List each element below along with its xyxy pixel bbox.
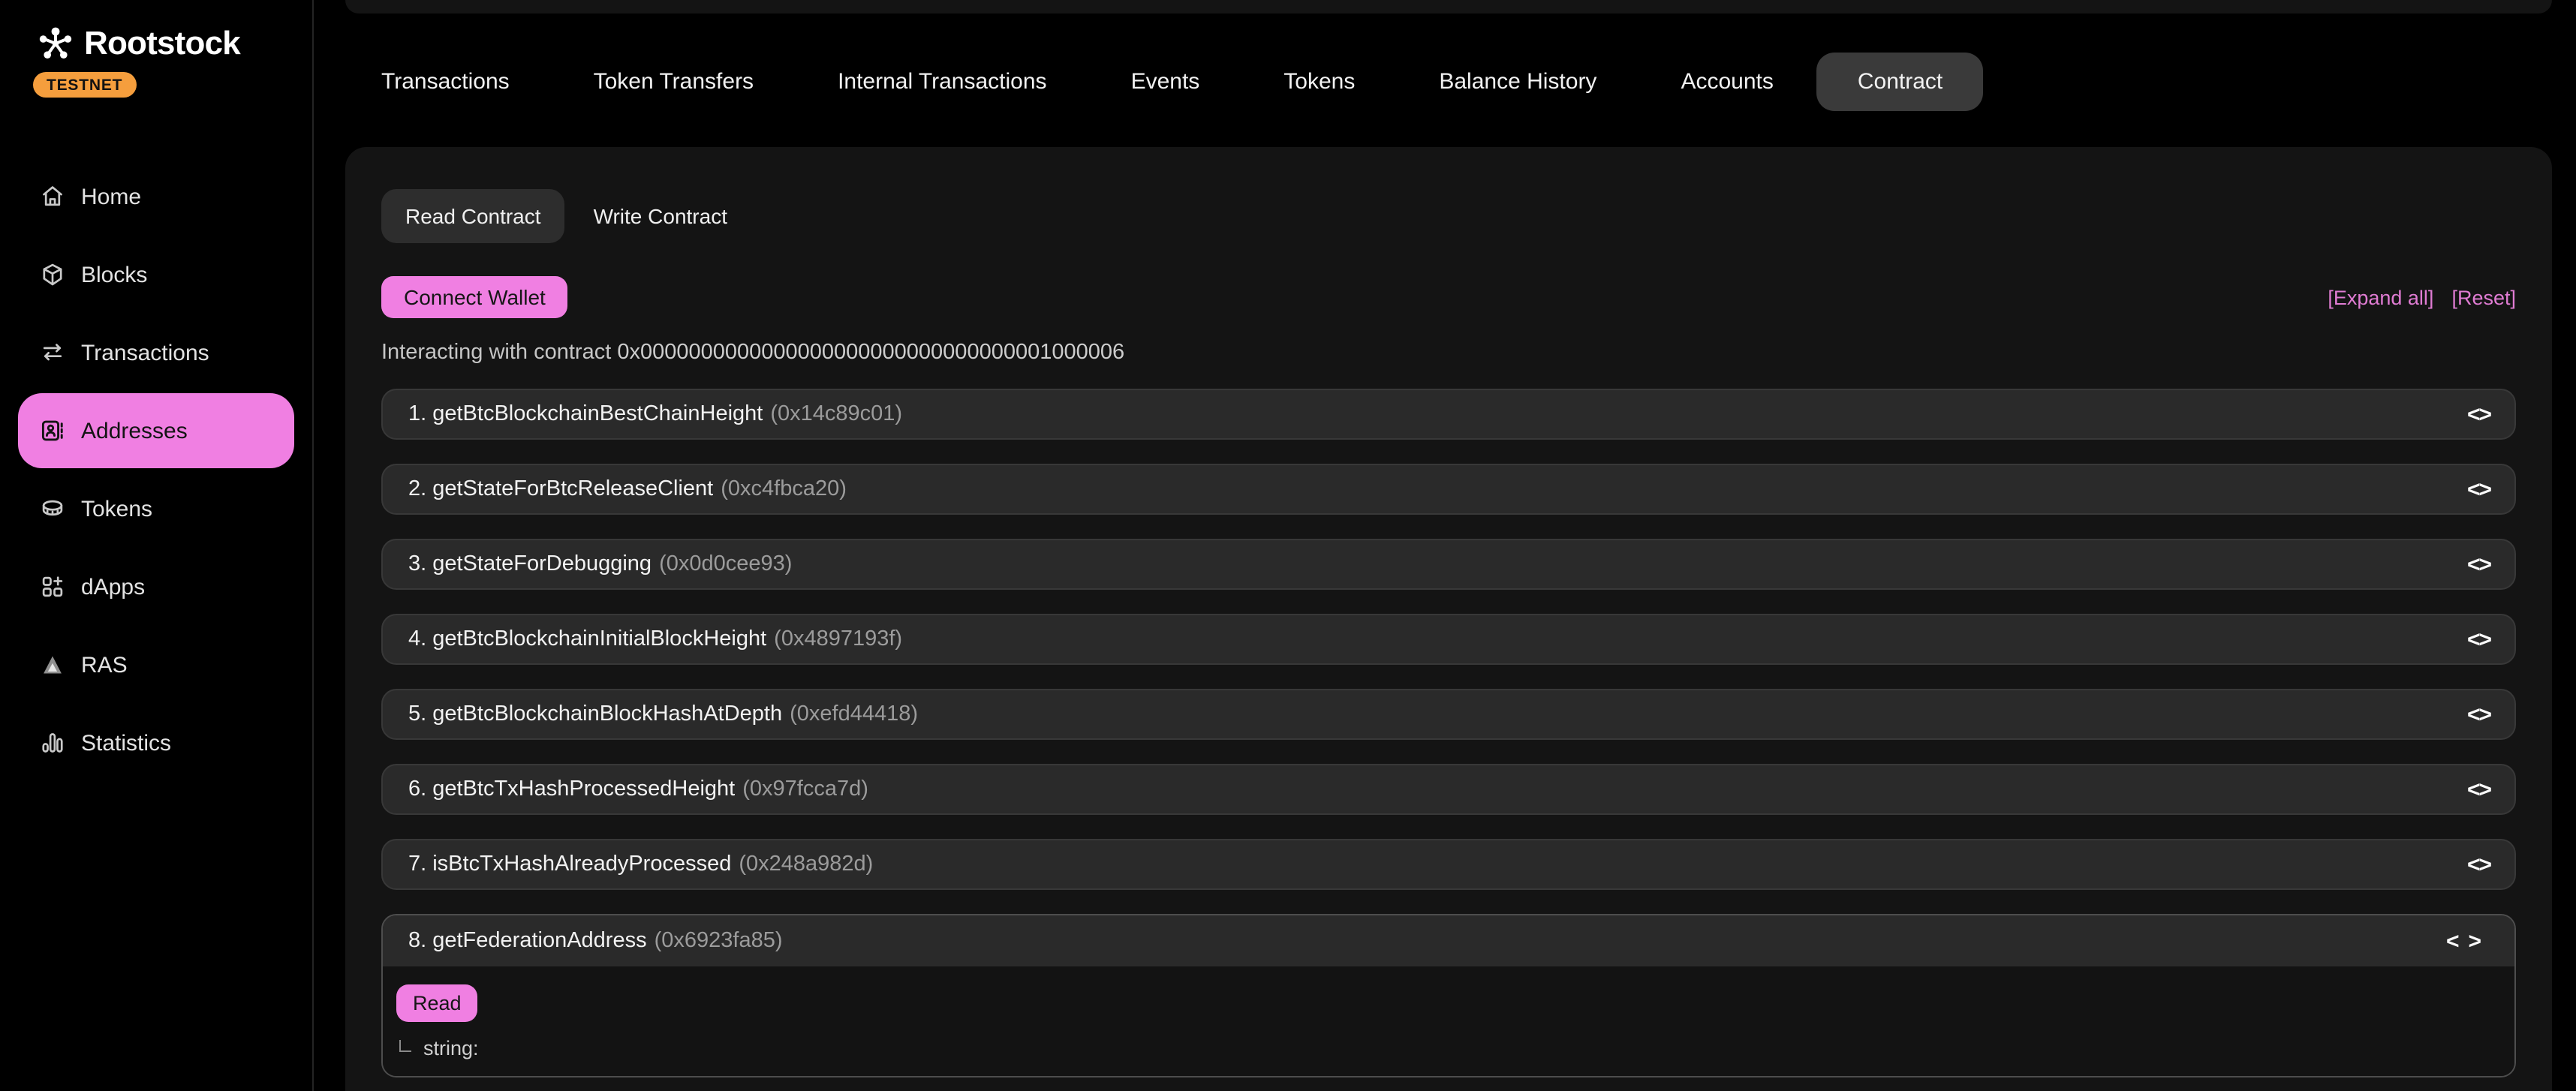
transfer-arrows-icon xyxy=(39,339,66,366)
sidebar-nav: Home Blocks Transactions Addresses Tokens dAp… xyxy=(18,159,294,780)
tab-tokens[interactable]: Tokens xyxy=(1283,68,1355,94)
sidebar-item-label: Home xyxy=(81,184,141,209)
rootstock-tree-icon xyxy=(36,24,75,63)
code-chevrons-icon[interactable]: <> xyxy=(2467,702,2490,727)
contract-method-row[interactable]: 4. getBtcBlockchainInitialBlockHeight (0x… xyxy=(381,614,2516,665)
contract-method-expanded: 8. getFederationAddress (0x6923fa85) <> Rea… xyxy=(381,914,2516,1077)
contract-method-row[interactable]: 5. getBtcBlockchainBlockHashAtDepth (0xef… xyxy=(381,689,2516,740)
method-signature: (0x6923fa85) xyxy=(655,929,783,953)
reset-link[interactable]: [Reset] xyxy=(2451,286,2516,308)
sidebar-item-dapps[interactable]: dApps xyxy=(18,549,294,624)
output-corner-icon xyxy=(399,1040,411,1052)
connect-wallet-button[interactable]: Connect Wallet xyxy=(381,276,568,318)
main-area: Transactions Token Transfers Internal Tran… xyxy=(315,0,2576,1091)
sidebar-item-label: dApps xyxy=(81,574,145,600)
code-chevrons-icon[interactable]: <> xyxy=(2467,777,2490,802)
tab-accounts[interactable]: Accounts xyxy=(1681,68,1773,94)
interacting-label: Interacting with contract xyxy=(381,341,611,365)
method-signature: (0x97fcca7d) xyxy=(742,777,868,801)
code-chevrons-icon[interactable]: <> xyxy=(2467,476,2490,502)
method-label: 6. getBtcTxHashProcessedHeight xyxy=(408,777,735,801)
method-signature: (0x14c89c01) xyxy=(770,402,902,426)
tab-internal-transactions[interactable]: Internal Transactions xyxy=(838,68,1047,94)
sidebar-item-label: Tokens xyxy=(81,496,152,521)
sidebar-item-ras[interactable]: RAS xyxy=(18,627,294,702)
sidebar-item-transactions[interactable]: Transactions xyxy=(18,315,294,390)
brand-name: Rootstock xyxy=(84,24,240,63)
tab-events[interactable]: Events xyxy=(1131,68,1200,94)
method-signature: (0x248a982d) xyxy=(739,852,873,876)
method-signature: (0x4897193f) xyxy=(774,627,902,651)
tab-transactions[interactable]: Transactions xyxy=(381,68,510,94)
bar-chart-icon xyxy=(39,729,66,756)
method-output-line: string: xyxy=(396,1037,2501,1059)
contract-method-row[interactable]: 2. getStateForBtcReleaseClient (0xc4fbca2… xyxy=(381,464,2516,515)
sidebar-item-blocks[interactable]: Blocks xyxy=(18,237,294,312)
subtab-read-contract[interactable]: Read Contract xyxy=(381,189,565,243)
tab-balance-history[interactable]: Balance History xyxy=(1439,68,1596,94)
read-button[interactable]: Read xyxy=(396,984,478,1022)
contract-method-row[interactable]: 1. getBtcBlockchainBestChainHeight (0x14c… xyxy=(381,389,2516,440)
rootstock-explorer-app: Rootstock TESTNET Home Blocks Transactions… xyxy=(0,0,2576,1091)
code-chevrons-icon[interactable]: <> xyxy=(2467,552,2490,577)
cube-icon xyxy=(39,261,66,288)
sidebar-item-statistics[interactable]: Statistics xyxy=(18,705,294,780)
method-label: 4. getBtcBlockchainInitialBlockHeight xyxy=(408,627,766,651)
coin-icon xyxy=(39,495,66,522)
contract-actions-row: Connect Wallet [Expand all] [Reset] xyxy=(381,276,2516,318)
contract-methods-list: 1. getBtcBlockchainBestChainHeight (0x14c… xyxy=(381,389,2516,1077)
code-chevrons-open-icon[interactable]: <> xyxy=(2446,928,2490,954)
contract-method-row[interactable]: 7. isBtcTxHashAlreadyProcessed (0x248a982… xyxy=(381,839,2516,890)
contract-method-row[interactable]: 6. getBtcTxHashProcessedHeight (0x97fcca7… xyxy=(381,764,2516,815)
subtab-write-contract[interactable]: Write Contract xyxy=(570,189,751,243)
address-tabs: Transactions Token Transfers Internal Tran… xyxy=(381,50,1983,113)
method-label: 7. isBtcTxHashAlreadyProcessed xyxy=(408,852,731,876)
contract-subtabs: Read ContractWrite Contract xyxy=(381,189,2516,243)
sidebar-item-label: Blocks xyxy=(81,262,147,287)
sidebar-item-home[interactable]: Home xyxy=(18,159,294,234)
expand-all-link[interactable]: [Expand all] xyxy=(2328,286,2433,308)
sidebar-item-tokens[interactable]: Tokens xyxy=(18,471,294,546)
tab-token-transfers[interactable]: Token Transfers xyxy=(594,68,754,94)
method-label: 1. getBtcBlockchainBestChainHeight xyxy=(408,402,763,426)
sidebar: Rootstock TESTNET Home Blocks Transactions… xyxy=(0,0,314,1091)
sidebar-item-label: RAS xyxy=(81,652,128,678)
sidebar-item-label: Transactions xyxy=(81,340,209,365)
method-label: 8. getFederationAddress xyxy=(408,929,647,953)
method-expanded-body: Read string: xyxy=(383,966,2514,1076)
grid-plus-icon xyxy=(39,573,66,600)
method-signature: (0xc4fbca20) xyxy=(721,477,847,501)
contract-address: 0x00000000000000000000000000000000010000… xyxy=(617,341,1124,365)
method-signature: (0xefd44418) xyxy=(790,702,918,726)
contract-panel: Read ContractWrite Contract Connect Wall… xyxy=(345,147,2552,1091)
method-list-controls: [Expand all] [Reset] xyxy=(2328,286,2516,308)
contract-method-row[interactable]: 8. getFederationAddress (0x6923fa85) <> xyxy=(383,915,2514,966)
sidebar-item-addresses[interactable]: Addresses xyxy=(18,393,294,468)
code-chevrons-icon[interactable]: <> xyxy=(2467,401,2490,427)
method-label: 2. getStateForBtcReleaseClient xyxy=(408,477,713,501)
code-chevrons-icon[interactable]: <> xyxy=(2467,852,2490,877)
contract-method-row[interactable]: 3. getStateForDebugging (0x0d0cee93) <> xyxy=(381,539,2516,590)
home-icon xyxy=(39,183,66,210)
contact-card-icon xyxy=(39,417,66,444)
method-signature: (0x0d0cee93) xyxy=(659,552,792,576)
network-badge: TESTNET xyxy=(33,72,136,98)
method-label: 3. getStateForDebugging xyxy=(408,552,652,576)
address-summary-card-edge xyxy=(345,0,2552,14)
method-label: 5. getBtcBlockchainBlockHashAtDepth xyxy=(408,702,782,726)
output-type-label: string: xyxy=(423,1037,479,1059)
brand-logo[interactable]: Rootstock xyxy=(36,24,312,63)
sidebar-item-label: Addresses xyxy=(81,418,188,443)
interacting-with-contract-line: Interacting with contract 0x000000000000… xyxy=(381,338,2516,368)
code-chevrons-icon[interactable]: <> xyxy=(2467,627,2490,652)
tab-contract[interactable]: Contract xyxy=(1817,52,1983,110)
triangle-icon xyxy=(39,651,66,678)
sidebar-item-label: Statistics xyxy=(81,730,171,756)
